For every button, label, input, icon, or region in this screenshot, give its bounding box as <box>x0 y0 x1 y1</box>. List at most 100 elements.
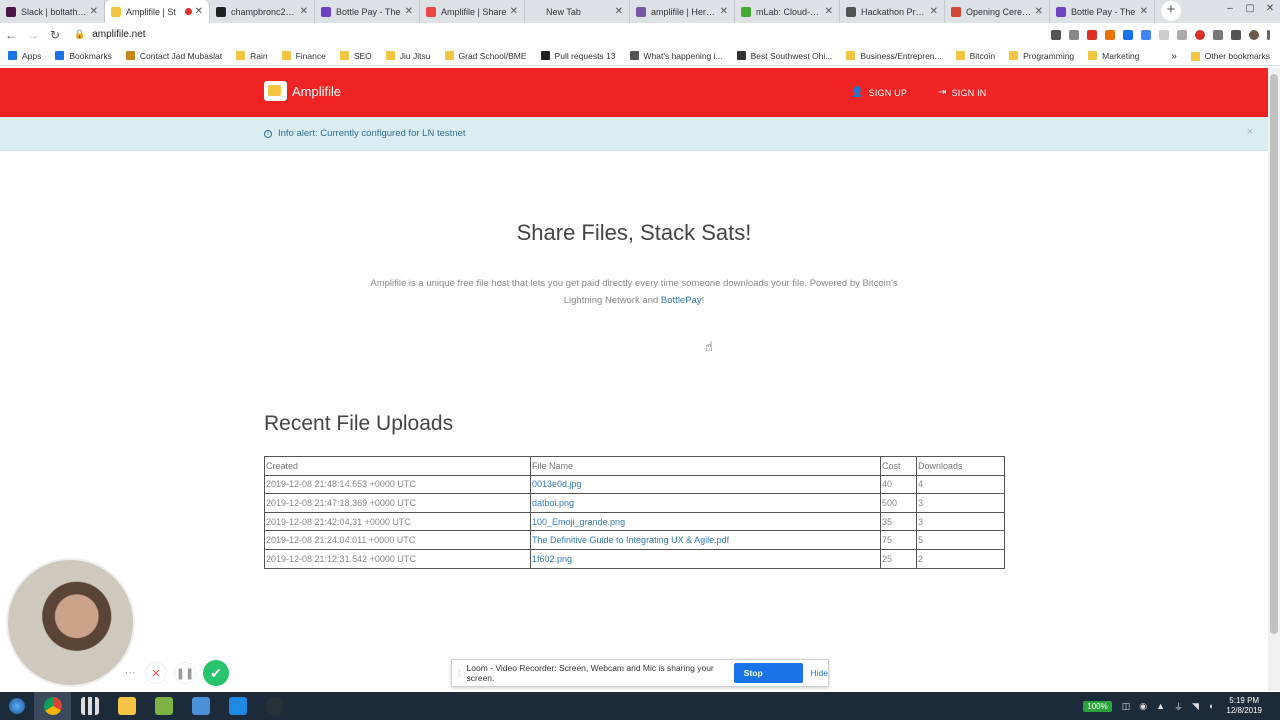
file-link[interactable]: datboi.png <box>532 498 574 508</box>
cast-icon[interactable] <box>1213 29 1223 40</box>
finish-recording-icon[interactable]: ✔ <box>203 660 229 686</box>
browser-tab[interactable]: Hackathon Proje ✕ <box>840 0 945 23</box>
extension-icon[interactable] <box>1141 29 1151 40</box>
taskbar-apps[interactable] <box>71 692 108 720</box>
bookmark-item[interactable]: Apps <box>8 51 41 61</box>
stop-sharing-button[interactable]: Stop sharing <box>733 663 803 698</box>
show-hidden-icons[interactable]: ▲ <box>1156 701 1165 711</box>
extension-icon[interactable] <box>1123 29 1133 40</box>
file-link[interactable]: The Definitive Guide to Integrating UX &… <box>532 535 729 545</box>
new-tab-button[interactable]: + <box>1161 1 1181 21</box>
page-scrollbar[interactable] <box>1268 68 1280 691</box>
cancel-recording-icon[interactable]: ✕ <box>145 662 167 684</box>
back-icon[interactable]: ← <box>0 28 22 42</box>
webcam-bubble[interactable] <box>6 558 135 687</box>
volume-icon[interactable]: ◖ <box>1208 701 1213 711</box>
taskbar-vscode[interactable] <box>219 692 256 720</box>
tab-close-icon[interactable]: ✕ <box>195 6 203 17</box>
other-bookmarks[interactable]: Other bookmarks <box>1190 51 1270 61</box>
file-link[interactable]: 1f602.png <box>532 554 572 564</box>
bookmark-item[interactable]: Best Southwest Ohi... <box>736 51 832 61</box>
tab-close-icon[interactable]: ✕ <box>405 6 413 17</box>
browser-tab[interactable]: Bottle Pay - The ✕ <box>1050 0 1155 23</box>
browser-tab[interactable]: Amplifile | St ✕ <box>105 0 210 23</box>
tab-close-icon[interactable]: ✕ <box>300 6 308 17</box>
bookmark-item[interactable]: Contact Jad Mubaslat <box>125 51 222 61</box>
tab-close-icon[interactable]: ✕ <box>720 6 728 17</box>
star-icon[interactable] <box>1069 29 1079 40</box>
cell-cost: 40 <box>880 474 917 495</box>
camera-icon[interactable] <box>1051 29 1061 40</box>
bookmark-item[interactable]: Bookmarks <box>55 51 112 61</box>
taskbar-app[interactable] <box>145 692 182 720</box>
profile-avatar[interactable] <box>1249 29 1259 40</box>
bookmark-item[interactable]: Finance <box>281 51 326 61</box>
maximize-icon[interactable]: ▢ <box>1243 3 1257 17</box>
file-link[interactable]: 100_Emoji_grande.png <box>532 517 625 527</box>
bottlepay-link[interactable]: BottlePay <box>661 295 702 306</box>
browser-tab[interactable]: Bottle Pay - The ✕ <box>315 0 420 23</box>
wifi-icon[interactable]: ◥ <box>1192 701 1199 712</box>
battery-indicator[interactable]: 100% <box>1083 700 1112 712</box>
bookmark-item[interactable]: Programming <box>1009 51 1074 61</box>
browser-tab[interactable]: Slack | boltathon ✕ <box>0 0 105 23</box>
file-link[interactable]: 0013e0d.jpg <box>532 479 582 489</box>
brand-link[interactable]: Amplifile <box>264 81 341 101</box>
start-button[interactable] <box>0 692 34 720</box>
github-desktop-icon <box>265 697 284 715</box>
browser-tab[interactable]: mLab: Cloud-hos ✕ <box>735 0 840 23</box>
bookmark-label: Jiu Jitsu <box>399 50 431 61</box>
network-icon[interactable]: ◫ <box>1122 701 1131 712</box>
bookmark-item[interactable]: What's happening i... <box>629 51 723 61</box>
tab-close-icon[interactable]: ✕ <box>1035 6 1043 17</box>
sign-in-link[interactable]: ⇥ SIGN IN <box>938 87 987 98</box>
taskbar-clock[interactable]: 5:19 PM 12/8/2019 <box>1226 696 1262 716</box>
close-window-icon[interactable]: ✕ <box>1263 3 1277 17</box>
extension-icon[interactable] <box>1177 29 1187 40</box>
tab-close-icon[interactable]: ✕ <box>90 6 98 17</box>
extension-icon[interactable] <box>1105 29 1115 40</box>
browser-tab[interactable]: Opening Ceremo ✕ <box>945 0 1050 23</box>
tab-close-icon[interactable]: ✕ <box>930 6 938 17</box>
scrollbar-thumb[interactable] <box>1270 74 1278 634</box>
taskbar-chrome[interactable] <box>34 692 71 720</box>
more-bookmarks-icon[interactable]: » <box>1171 51 1177 62</box>
tab-close-icon[interactable]: ✕ <box>510 6 518 17</box>
tab-close-icon[interactable]: ✕ <box>825 6 833 17</box>
usb-icon[interactable]: ⏚ <box>1174 700 1183 713</box>
browser-tab[interactable]: Amplifile | Share ✕ <box>420 0 525 23</box>
extension-icon[interactable] <box>1087 29 1097 40</box>
taskbar-explorer[interactable] <box>108 692 145 720</box>
pause-recording-icon[interactable]: ❚❚ <box>174 662 196 684</box>
tab-close-icon[interactable]: ✕ <box>615 6 623 17</box>
extension-icon[interactable] <box>1231 29 1241 40</box>
reload-icon[interactable]: ↻ <box>44 28 66 42</box>
bookmark-item[interactable]: Jiu Jitsu <box>385 50 431 61</box>
tab-close-icon[interactable]: ✕ <box>1140 6 1148 17</box>
tray-app-icon[interactable]: ◉ <box>1139 701 1147 712</box>
bookmark-item[interactable]: Marketing <box>1088 51 1140 61</box>
bookmark-item[interactable]: Rain <box>236 51 268 61</box>
bookmark-item[interactable]: Grad School/BME <box>444 51 527 61</box>
sign-up-link[interactable]: 👤 SIGN UP <box>851 87 907 98</box>
more-options-icon[interactable]: ⋯ <box>119 662 141 684</box>
bookmark-item[interactable]: Business/Entrepren... <box>846 51 942 61</box>
extension-icon[interactable] <box>1159 29 1169 40</box>
minimize-icon[interactable]: – <box>1223 3 1237 17</box>
apps-grid-icon <box>80 697 99 715</box>
bookmark-item[interactable]: SEO <box>339 51 372 61</box>
bookmark-item[interactable]: Bitcoin <box>955 51 995 61</box>
alert-close-icon[interactable]: × <box>1247 126 1253 138</box>
menu-icon[interactable] <box>1267 29 1270 40</box>
browser-tab[interactable]: champbronc2/am ✕ <box>210 0 315 23</box>
address-bar[interactable]: 🔒 amplifile.net <box>74 25 1014 44</box>
taskbar-app[interactable] <box>256 692 293 720</box>
taskbar-app[interactable] <box>182 692 219 720</box>
forward-icon[interactable]: → <box>22 28 44 42</box>
browser-tab[interactable]: New Tab ✕ <box>525 0 630 23</box>
browser-tab[interactable]: amplifile | Heroku ✕ <box>630 0 735 23</box>
bookmark-item[interactable]: Pull requests 13 <box>540 51 616 61</box>
hide-button[interactable]: Hide <box>811 668 828 678</box>
extension-icon[interactable] <box>1195 29 1205 40</box>
drag-handle-icon[interactable]: ⁞ <box>458 668 461 678</box>
